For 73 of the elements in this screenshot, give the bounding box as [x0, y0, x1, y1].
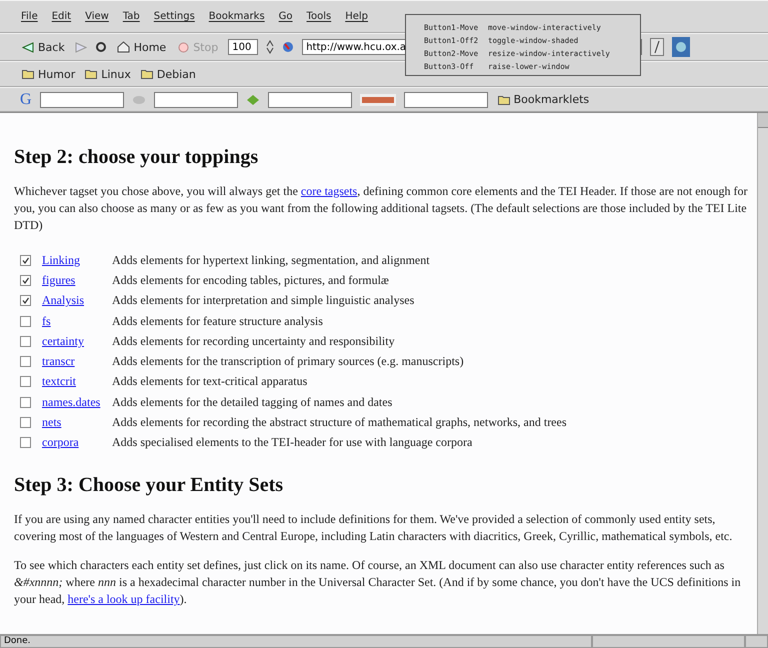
bookmark-folder[interactable]: Debian [138, 68, 198, 80]
search-field[interactable] [268, 92, 352, 108]
tagset-link[interactable]: names.dates [42, 394, 112, 411]
tagset-description: Adds elements for encoding tables, pictures, and formulæ [112, 272, 390, 289]
menu-item[interactable]: Tab [122, 11, 141, 22]
tagset-description: Adds elements for hypertext linking, segmentation, and alignment [112, 252, 431, 269]
tagset-link[interactable]: Linking [42, 252, 112, 269]
zoom-field[interactable]: 100 [228, 39, 258, 55]
checkbox[interactable] [20, 295, 31, 306]
checkbox[interactable] [20, 274, 31, 286]
tagset-link[interactable]: fs [42, 312, 112, 330]
tagset-link[interactable]: transcr [42, 353, 112, 370]
tagset-description: Adds elements for recording the abstract structure of mathematical graphs, networks, and trees [112, 414, 568, 432]
tagset-description: Adds elements for interpretation and simple linguistic analyses [112, 292, 416, 310]
menu-item[interactable]: Go [278, 11, 294, 22]
status-text: Done. [0, 635, 592, 648]
menu-item[interactable]: File [20, 11, 39, 22]
gem-icon [246, 94, 260, 106]
link[interactable]: core tagsets [300, 184, 358, 198]
menu-item[interactable]: View [84, 11, 110, 22]
tagset-description: Adds elements for text-critical apparatus [112, 373, 308, 390]
checkbox[interactable] [20, 316, 31, 327]
menu-item[interactable]: Bookmarks [208, 11, 266, 22]
back-button[interactable]: Back [20, 40, 67, 54]
checkbox[interactable] [20, 417, 31, 428]
checkbox[interactable] [20, 437, 31, 448]
folder-icon [140, 69, 153, 79]
tagset-description: Adds elements for the detailed tagging of names and dates [112, 394, 394, 411]
stop-icon [178, 42, 190, 52]
checkbox[interactable] [20, 356, 31, 368]
tagset-link[interactable]: certainty [42, 332, 112, 350]
go-icon[interactable] [650, 38, 664, 56]
checkbox[interactable] [20, 376, 31, 388]
paragraph: Whichever tagset you chose above, you will always get the core tagsets, defining common core elements and the TEI Header. If those are not enough for you, you can also choose as many or as few as you want from the following additional tagsets. (The default selections are those included by the TEI Lite DTD) [14, 183, 749, 234]
section-heading: Step 2: choose your toppings [14, 145, 260, 169]
tagset-link[interactable]: textcrit [42, 373, 112, 390]
paragraph: If you are using any named character entities you'll need to include definitions for them. We've provided a selection of commonly used entity sets, covering most of the languages of Western and Central Europe, including Latin characters with diacritics, Greek, Cyrillic, mathematical symbols, etc. [14, 510, 734, 545]
tagset-description: Adds elements for feature structure analysis [112, 312, 324, 330]
tagset-description: Adds specialised elements to the TEI-header for use with language corpora [112, 434, 474, 452]
bookmark-folder[interactable]: Linux [83, 68, 133, 80]
back-arrow-icon [22, 42, 34, 52]
tagset-description: Adds elements for recording uncertainty and responsibility [112, 332, 396, 350]
bookmark-folder[interactable]: Bookmarklets [496, 93, 592, 106]
tagset-link[interactable]: corpora [42, 434, 112, 452]
search-field[interactable] [154, 92, 238, 108]
bookmark-folder[interactable]: Humor [20, 68, 78, 80]
menu-item[interactable]: Tools [306, 11, 332, 22]
spin-icon[interactable] [266, 40, 274, 54]
menu-item[interactable]: Help [344, 11, 369, 22]
google-logo: G [20, 90, 32, 108]
tagset-description: Adds elements for the transcription of primary sources (e.g. manuscripts) [112, 353, 465, 370]
section-heading: Step 3: Choose your Entity Sets [14, 472, 284, 497]
paragraph: To see which characters each entity set defines, just click on its name. Of course, an XML document can also use character entity references such as &#xnnnn; where nnn is a hexadecimal character number in the Universal Character Set. (And if by some chance, you don't have the UCS definitions in your head, here's a look up facility). [14, 556, 742, 608]
home-button[interactable]: Home [114, 40, 168, 54]
menu-item[interactable]: Edit [50, 11, 72, 22]
globe-icon [282, 41, 294, 53]
tagset-link[interactable]: nets [42, 414, 112, 432]
tagset-link[interactable]: figures [42, 272, 112, 289]
reload-icon[interactable] [94, 41, 107, 53]
throbber-icon [672, 37, 690, 57]
link[interactable]: here's a look up facility [68, 592, 180, 606]
checkbox[interactable] [20, 254, 31, 266]
search-field[interactable] [40, 92, 124, 108]
search-field[interactable] [404, 92, 488, 108]
folder-icon [498, 94, 510, 104]
menu-item[interactable]: Settings [152, 11, 196, 22]
folder-icon [22, 69, 34, 79]
tagset-link[interactable]: Analysis [42, 292, 112, 310]
scrollbar[interactable] [757, 113, 768, 634]
checkbox[interactable] [20, 336, 31, 347]
checkbox[interactable] [20, 396, 31, 408]
folder-icon [85, 69, 98, 79]
house-icon [116, 41, 130, 53]
